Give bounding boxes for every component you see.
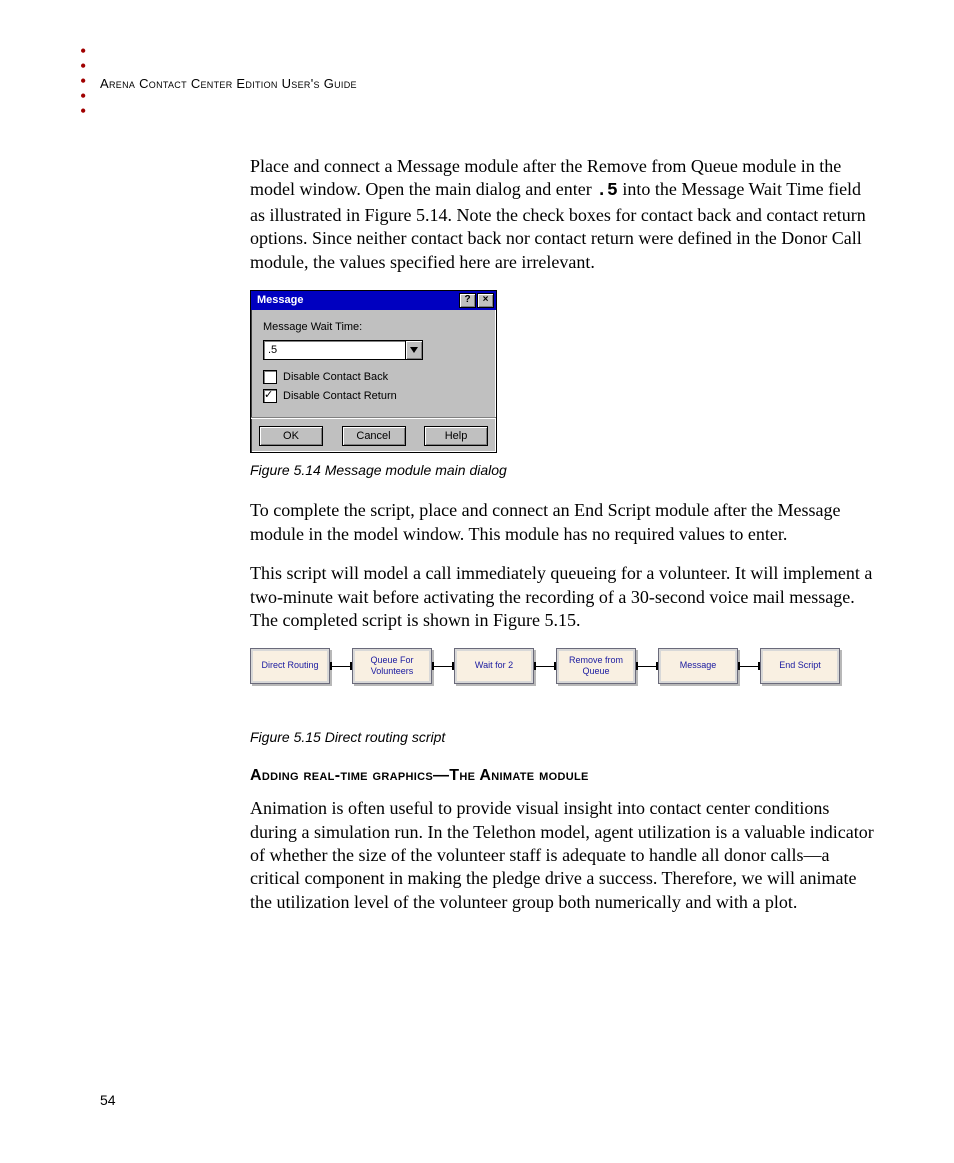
flow-connector — [738, 662, 760, 670]
paragraph-1-code: .5 — [596, 181, 618, 201]
close-icon[interactable]: × — [477, 293, 494, 308]
section-heading-animate: Adding real-time graphics—The Animate mo… — [250, 766, 880, 787]
main-content: Place and connect a Message module after… — [250, 155, 880, 930]
disable-contact-back-row[interactable]: Disable Contact Back — [263, 370, 484, 384]
wait-time-label: Message Wait Time: — [263, 320, 484, 334]
flow-connector — [636, 662, 658, 670]
disable-contact-back-label: Disable Contact Back — [283, 370, 388, 384]
help-button[interactable]: Help — [424, 426, 488, 446]
paragraph-3: This script will model a call immediatel… — [250, 562, 880, 632]
disable-contact-return-row[interactable]: Disable Contact Return — [263, 389, 484, 403]
chevron-down-icon[interactable] — [406, 340, 423, 360]
disable-contact-back-checkbox[interactable] — [263, 370, 277, 384]
paragraph-1: Place and connect a Message module after… — [250, 155, 880, 274]
disable-contact-return-label: Disable Contact Return — [283, 389, 397, 403]
cancel-button[interactable]: Cancel — [342, 426, 406, 446]
page-number: 54 — [100, 1092, 116, 1108]
paragraph-4: Animation is often useful to provide vis… — [250, 797, 880, 914]
wait-time-combobox[interactable]: .5 — [263, 340, 423, 360]
flow-node-wait-for-2: Wait for 2 — [454, 648, 534, 684]
flow-node-message: Message — [658, 648, 738, 684]
flow-connector — [432, 662, 454, 670]
flow-connector — [534, 662, 556, 670]
flow-node-remove-from-queue: Remove from Queue — [556, 648, 636, 684]
help-icon[interactable]: ? — [459, 293, 476, 308]
flow-node-queue-volunteers: Queue For Volunteers — [352, 648, 432, 684]
disable-contact-return-checkbox[interactable] — [263, 389, 277, 403]
ok-button[interactable]: OK — [259, 426, 323, 446]
running-header: Arena Contact Center Edition User's Guid… — [100, 76, 357, 91]
margin-bullets: ••••• — [80, 44, 86, 119]
flowchart: Direct Routing Queue For Volunteers Wait… — [250, 648, 880, 684]
figure-514-caption: Figure 5.14 Message module main dialog — [250, 461, 880, 479]
flow-node-end-script: End Script — [760, 648, 840, 684]
message-dialog: Message ? × Message Wait Time: .5 Disabl… — [250, 290, 497, 453]
dialog-titlebar: Message ? × — [251, 291, 496, 310]
paragraph-2: To complete the script, place and connec… — [250, 499, 880, 546]
flow-node-direct-routing: Direct Routing — [250, 648, 330, 684]
figure-515-caption: Figure 5.15 Direct routing script — [250, 728, 880, 746]
dialog-title: Message — [257, 293, 303, 307]
wait-time-input[interactable]: .5 — [263, 340, 406, 360]
flow-connector — [330, 662, 352, 670]
page: ••••• Arena Contact Center Edition User'… — [0, 0, 954, 1163]
dialog-button-row: OK Cancel Help — [251, 417, 496, 452]
dialog-body: Message Wait Time: .5 Disable Contact Ba… — [251, 310, 496, 417]
